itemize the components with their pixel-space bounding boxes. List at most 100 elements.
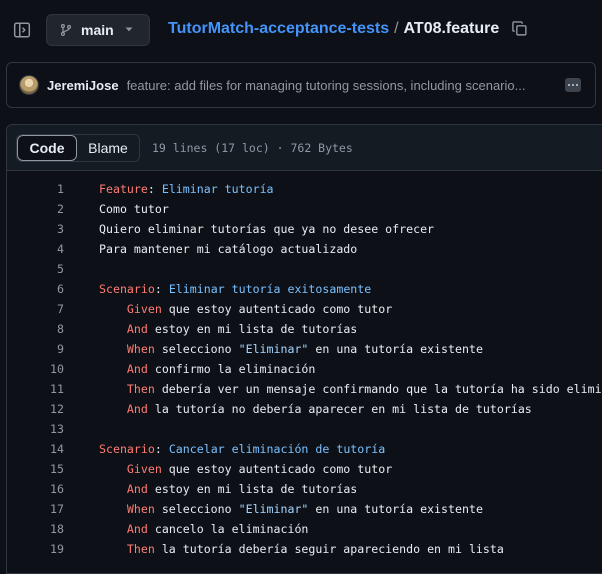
commit-author-link[interactable]: JeremiJose: [47, 78, 119, 93]
gherkin-title: Eliminar tutoría exitosamente: [168, 282, 372, 296]
gherkin-keyword: Then: [126, 382, 155, 396]
line-number[interactable]: 4: [7, 239, 64, 259]
tab-blame[interactable]: Blame: [77, 135, 139, 161]
file-meta: 19 lines (17 loc) · 762 Bytes: [152, 140, 353, 155]
line-number[interactable]: 12: [7, 399, 64, 419]
code-text: :: [154, 282, 169, 296]
code-text: confirmo la eliminación: [147, 362, 316, 376]
code-text: Para mantener mi catálogo actualizado: [99, 242, 358, 256]
branch-selector-button[interactable]: main: [46, 14, 150, 46]
triangle-down-icon: [124, 21, 134, 39]
line-number[interactable]: 11: [7, 379, 64, 399]
code-text: selecciono: [154, 342, 239, 356]
line-number[interactable]: 13: [7, 419, 64, 439]
code-line: 10 And confirmo la eliminación: [7, 359, 602, 379]
line-number[interactable]: 8: [7, 319, 64, 339]
code-line: 15 Given que estoy autenticado como tuto…: [7, 459, 602, 479]
code-text: que estoy autenticado como tutor: [161, 462, 393, 476]
file-header: Code Blame 19 lines (17 loc) · 762 Bytes: [7, 125, 602, 171]
line-number[interactable]: 6: [7, 279, 64, 299]
line-content: Feature: Eliminar tutoría: [99, 179, 274, 199]
line-content: Como tutor: [99, 199, 169, 219]
code-line: 5: [7, 259, 602, 279]
line-number[interactable]: 7: [7, 299, 64, 319]
code-text: estoy en mi lista de tutorías: [147, 482, 358, 496]
line-number[interactable]: 18: [7, 519, 64, 539]
line-content: And confirmo la eliminación: [99, 359, 315, 379]
gherkin-keyword: When: [126, 342, 155, 356]
line-number[interactable]: 16: [7, 479, 64, 499]
git-branch-icon: [59, 23, 73, 37]
line-number[interactable]: 2: [7, 199, 64, 219]
gherkin-keyword: When: [126, 502, 155, 516]
file-viewer: Code Blame 19 lines (17 loc) · 762 Bytes…: [6, 124, 602, 574]
gherkin-keyword: Given: [126, 462, 162, 476]
code-line: 18 And cancelo la eliminación: [7, 519, 602, 539]
code-text: la tutoría debería seguir apareciendo en…: [154, 542, 504, 556]
line-content: Scenario: Eliminar tutoría exitosamente: [99, 279, 371, 299]
line-content: Para mantener mi catálogo actualizado: [99, 239, 357, 259]
gherkin-keyword: And: [126, 402, 148, 416]
gherkin-keyword: And: [126, 522, 148, 536]
code-text: estoy en mi lista de tutorías: [147, 322, 358, 336]
line-number[interactable]: 17: [7, 499, 64, 519]
code-line: 1 Feature: Eliminar tutoría: [7, 179, 602, 199]
gherkin-keyword: And: [126, 362, 148, 376]
code-text: Como tutor: [99, 202, 169, 216]
line-content: Then debería ver un mensaje confirmando …: [99, 379, 602, 399]
commit-message-link[interactable]: feature: add files for managing tutoring…: [127, 78, 555, 93]
code-line: 4 Para mantener mi catálogo actualizado: [7, 239, 602, 259]
code-text: debería ver un mensaje confirmando que l…: [154, 382, 602, 396]
line-number[interactable]: 1: [7, 179, 64, 199]
branch-name: main: [81, 22, 114, 38]
line-number[interactable]: 3: [7, 219, 64, 239]
code-line: 11 Then debería ver un mensaje confirman…: [7, 379, 602, 399]
line-number[interactable]: 5: [7, 259, 64, 279]
gherkin-keyword: Given: [126, 302, 162, 316]
code-line: 13: [7, 419, 602, 439]
breadcrumb-repo-link[interactable]: TutorMatch-acceptance-tests: [168, 20, 389, 38]
copy-icon[interactable]: [511, 20, 529, 38]
avatar[interactable]: [19, 75, 39, 95]
line-number[interactable]: 14: [7, 439, 64, 459]
string-literal: "Eliminar": [238, 342, 309, 356]
gherkin-keyword: Then: [126, 542, 155, 556]
code-text: Quiero eliminar tutorías que ya no desee…: [99, 222, 435, 236]
code-text: la tutoría no debería aparecer en mi lis…: [147, 402, 532, 416]
line-number[interactable]: 10: [7, 359, 64, 379]
code-line: 6 Scenario: Eliminar tutoría exitosamente: [7, 279, 602, 299]
code-text: en una tutoría existente: [308, 342, 483, 356]
code-line: 7 Given que estoy autenticado como tutor: [7, 299, 602, 319]
gherkin-keyword: Scenario: [99, 282, 155, 296]
code-text: :: [154, 442, 169, 456]
breadcrumb-separator: /: [394, 20, 399, 37]
sidebar-expand-icon[interactable]: [10, 18, 34, 42]
line-number[interactable]: 9: [7, 339, 64, 359]
line-content: And estoy en mi lista de tutorías: [99, 479, 357, 499]
code-line: 16 And estoy en mi lista de tutorías: [7, 479, 602, 499]
line-content: Quiero eliminar tutorías que ya no desee…: [99, 219, 434, 239]
code-text: cancelo la eliminación: [147, 522, 309, 536]
gherkin-title: Cancelar eliminación de tutoría: [168, 442, 386, 456]
line-number[interactable]: 15: [7, 459, 64, 479]
repo-header: main TutorMatch-acceptance-tests / AT08.…: [0, 0, 602, 62]
code-line: 9 When selecciono "Eliminar" en una tuto…: [7, 339, 602, 359]
gherkin-keyword: Scenario: [99, 442, 155, 456]
view-mode-toggle: Code Blame: [16, 133, 140, 162]
line-number[interactable]: 19: [7, 539, 64, 559]
tab-code[interactable]: Code: [17, 134, 77, 161]
code-line: 17 When selecciono "Eliminar" en una tut…: [7, 499, 602, 519]
gherkin-keyword: And: [126, 322, 148, 336]
code-text: en una tutoría existente: [308, 502, 483, 516]
gherkin-keyword: Feature: [99, 182, 148, 196]
kebab-horizontal-icon[interactable]: [565, 78, 581, 92]
